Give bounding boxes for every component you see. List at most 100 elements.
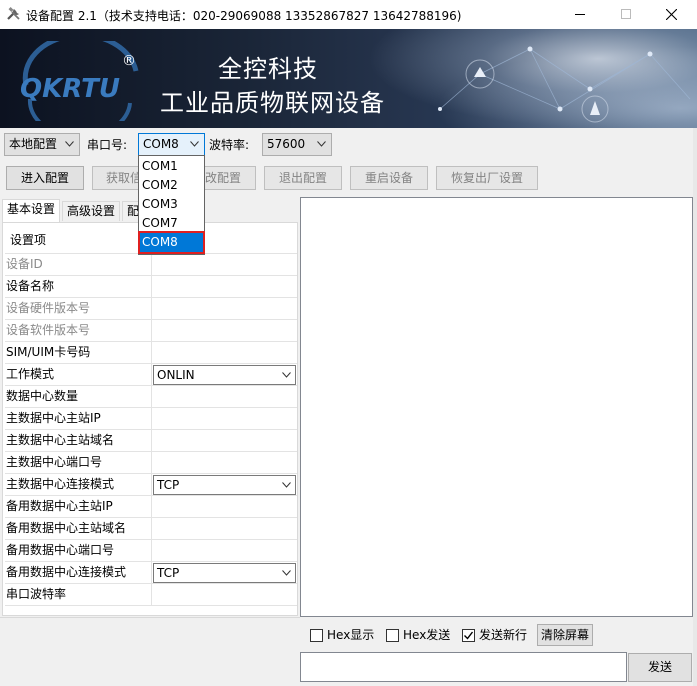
baud-label: 波特率: [209,138,250,152]
setting-value-cell[interactable] [152,342,297,364]
setting-value-cell[interactable] [152,540,297,562]
send-newline-checkbox[interactable] [462,629,475,642]
setting-value-cell[interactable] [152,320,297,342]
table-row: 备用数据中心端口号 [5,540,297,562]
hex-display-label: Hex显示 [327,628,375,642]
send-newline-label: 发送新行 [479,628,528,642]
tab-advanced[interactable]: 高级设置 [62,201,121,221]
window-edge [693,128,697,686]
port-option[interactable]: COM8 [138,231,205,254]
mode-select[interactable]: 本地配置 [4,133,80,156]
chevron-down-icon [282,372,291,378]
hex-send-checkbox[interactable] [386,629,399,642]
setting-key: SIM/UIM卡号码 [5,342,152,364]
baud-select[interactable]: 57600 [262,133,332,156]
close-icon [666,9,677,20]
enter-config-button[interactable]: 进入配置 [6,166,84,190]
chevron-down-icon [190,141,199,147]
chevron-down-icon [317,141,326,147]
setting-key: 工作模式 [5,364,152,386]
setting-key: 设备软件版本号 [5,320,152,342]
checkmark-icon [464,631,474,640]
title-bar: 设备配置 2.1（技术支持电话：020-29069088 13352867827… [0,0,697,29]
send-button[interactable]: 发送 [628,653,692,682]
minimize-button[interactable] [557,0,603,29]
banner: QKRTU ® 全控科技 工业品质物联网设备 [0,29,697,128]
setting-value-cell[interactable] [152,496,297,518]
setting-value-cell[interactable] [152,276,297,298]
brand-slogan: 工业品质物联网设备 [160,89,385,117]
port-option[interactable]: COM7 [140,214,203,233]
get-info-label: 获取信 [106,171,143,185]
chevron-down-icon [65,141,74,147]
table-row: 设备ID [5,254,297,276]
maximize-icon [621,9,631,19]
table-row: 主数据中心主站IP [5,408,297,430]
table-row: 设备名称 [5,276,297,298]
setting-value-cell[interactable] [152,518,297,540]
receive-textarea[interactable] [300,197,693,617]
table-row: 设备软件版本号 [5,320,297,342]
setting-key: 数据中心数量 [5,386,152,408]
qkrtu-logo: QKRTU ® [20,41,139,121]
hex-send-label: Hex发送 [403,628,451,642]
setting-key: 设备名称 [5,276,152,298]
table-row: 工作模式 ONLIN [5,364,297,386]
port-dropdown-list: COM1 COM2 COM3 COM7 COM8 [138,155,205,255]
baud-select-value: 57600 [267,137,306,151]
modify-config-label: 改配置 [204,171,241,185]
setting-key: 设备ID [5,254,152,276]
setting-key: 串口波特率 [5,584,152,606]
factory-reset-button[interactable]: 恢复出厂设置 [436,166,538,190]
port-select[interactable]: COM8 [138,133,205,156]
left-footer [0,617,300,686]
setting-value-cell[interactable] [152,452,297,474]
setting-value-cell[interactable] [152,386,297,408]
setting-value: ONLIN [157,368,195,382]
table-row: 主数据中心端口号 [5,452,297,474]
table-row: 主数据中心主站域名 [5,430,297,452]
setting-key: 主数据中心主站IP [5,408,152,430]
setting-key: 主数据中心主站域名 [5,430,152,452]
window-title: 设备配置 2.1（技术支持电话：020-29069088 13352867827… [26,9,462,23]
setting-value-cell[interactable] [152,298,297,320]
table-row: 备用数据中心主站IP [5,496,297,518]
settings-panel: 设置项 设备ID 设备名称 设备硬件版本号 设备软件版本号 SIM/UIM卡号码 工作模式… [2,222,298,616]
exit-config-button[interactable]: 退出配置 [264,166,342,190]
port-option[interactable]: COM3 [140,195,203,214]
clear-screen-button[interactable]: 清除屏幕 [537,624,593,646]
svg-text:QKRTU: QKRTU [20,74,120,104]
table-row: 串口波特率 [5,584,297,606]
restart-device-button[interactable]: 重启设备 [350,166,428,190]
tools-icon [7,7,20,20]
table-row: 主数据中心连接模式 TCP [5,474,297,496]
minimize-icon [575,14,585,15]
setting-value-select[interactable]: ONLIN [153,365,296,385]
tab-basic[interactable]: 基本设置 [2,199,61,222]
setting-key: 备用数据中心主站IP [5,496,152,518]
chevron-down-icon [282,570,291,576]
setting-value-cell[interactable] [152,584,297,606]
hex-display-checkbox[interactable] [310,629,323,642]
setting-value-select[interactable]: TCP [153,563,296,583]
send-input[interactable] [300,652,627,682]
table-row: 数据中心数量 [5,386,297,408]
maximize-button[interactable] [603,0,649,29]
setting-value-cell[interactable] [152,408,297,430]
network-graphic [438,46,691,123]
port-option[interactable]: COM2 [140,176,203,195]
setting-value-select[interactable]: TCP [153,475,296,495]
mode-select-value: 本地配置 [9,137,58,151]
setting-value: TCP [157,566,180,580]
setting-key: 主数据中心端口号 [5,452,152,474]
setting-key: 主数据中心连接模式 [5,474,152,496]
port-option[interactable]: COM1 [140,157,203,176]
setting-key: 备用数据中心端口号 [5,540,152,562]
close-button[interactable] [649,0,695,29]
setting-value-cell[interactable]: ONLIN [152,364,297,386]
table-row: 备用数据中心主站域名 [5,518,297,540]
setting-value-cell[interactable] [152,430,297,452]
setting-value-cell[interactable]: TCP [152,562,297,584]
setting-value-cell[interactable] [152,254,297,276]
setting-value-cell[interactable]: TCP [152,474,297,496]
